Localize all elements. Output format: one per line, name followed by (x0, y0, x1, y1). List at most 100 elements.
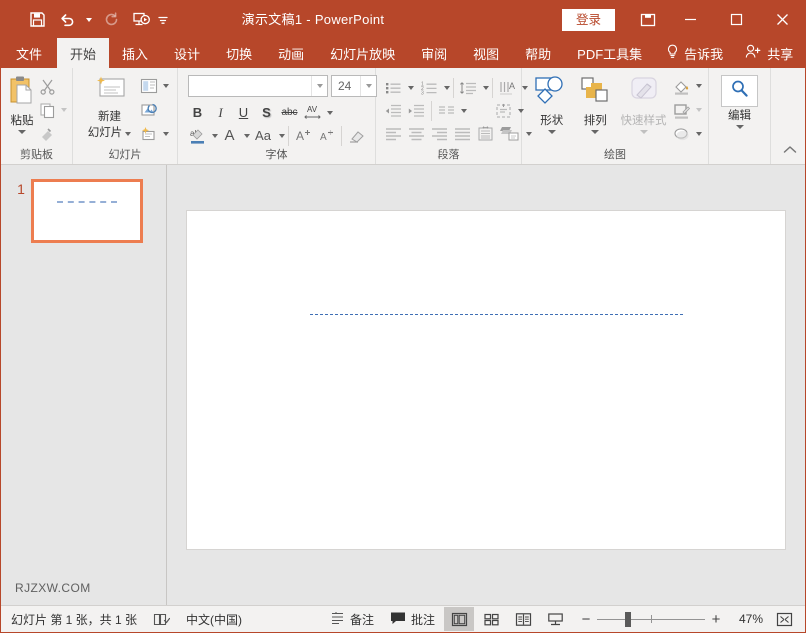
undo-dropdown-caret[interactable] (83, 7, 95, 33)
columns-dropdown-caret[interactable] (461, 108, 467, 113)
tab-transitions[interactable]: 切换 (213, 38, 265, 68)
sign-in-button[interactable]: 登录 (561, 8, 615, 31)
slide-thumbnail-1[interactable] (31, 179, 143, 243)
distribute-icon[interactable] (474, 122, 497, 145)
numbering-icon[interactable]: 123 (418, 76, 441, 99)
tab-review[interactable]: 审阅 (408, 38, 460, 68)
slide-dashed-line[interactable] (309, 314, 684, 316)
italic-button[interactable]: I (209, 101, 232, 124)
shape-effects-dropdown-caret[interactable] (696, 132, 702, 136)
shape-outline-icon[interactable] (670, 99, 693, 121)
shape-fill-icon[interactable] (670, 75, 693, 97)
align-left-icon[interactable] (382, 122, 405, 145)
shape-outline-dropdown-caret[interactable] (696, 108, 702, 112)
format-painter-icon[interactable] (37, 123, 58, 145)
justify-icon[interactable] (451, 122, 474, 145)
notes-button[interactable]: 备注 (322, 606, 382, 632)
increase-font-size-icon[interactable]: A (292, 124, 315, 147)
change-case-button[interactable]: Aa (250, 124, 276, 147)
tab-view[interactable]: 视图 (460, 38, 512, 68)
maximize-icon[interactable] (713, 1, 759, 38)
font-name-dropdown-caret[interactable] (311, 76, 327, 96)
layout-icon[interactable] (138, 75, 160, 97)
tab-file[interactable]: 文件 (1, 38, 57, 68)
font-name-combo[interactable] (188, 75, 328, 97)
reset-icon[interactable] (138, 99, 160, 121)
normal-view-icon[interactable] (444, 607, 474, 631)
quick-styles-button[interactable]: 快速样式 (617, 72, 670, 134)
paste-button[interactable]: 粘贴 (7, 72, 37, 134)
reading-view-icon[interactable] (508, 607, 538, 631)
numbering-dropdown-caret[interactable] (444, 85, 450, 90)
copy-icon[interactable] (37, 99, 58, 121)
shapes-button[interactable]: 形状 (530, 72, 574, 134)
redo-icon[interactable] (97, 7, 125, 33)
quick-styles-dropdown-caret[interactable] (639, 130, 648, 134)
ribbon-display-options-icon[interactable] (629, 1, 667, 38)
share-button[interactable]: 共享 (734, 38, 804, 68)
slide-canvas-pane[interactable] (167, 165, 805, 605)
close-icon[interactable] (759, 1, 805, 38)
layout-dropdown-caret[interactable] (162, 84, 169, 88)
bullets-icon[interactable] (382, 76, 405, 99)
change-case-dropdown-caret[interactable] (279, 133, 285, 138)
text-direction-icon[interactable]: A (496, 76, 519, 99)
character-spacing-dropdown-caret[interactable] (327, 110, 333, 115)
shapes-dropdown-caret[interactable] (547, 130, 556, 134)
spellcheck-icon[interactable] (145, 606, 178, 632)
slide-thumbnail-pane[interactable]: 1 RJZXW.COM (1, 165, 167, 605)
tab-design[interactable]: 设计 (161, 38, 213, 68)
font-size-combo[interactable]: 24 (331, 75, 377, 97)
tab-animations[interactable]: 动画 (265, 38, 317, 68)
align-right-icon[interactable] (428, 122, 451, 145)
tell-me-box[interactable]: 告诉我 (655, 38, 734, 68)
line-spacing-icon[interactable] (457, 76, 480, 99)
underline-button[interactable]: U (232, 101, 255, 124)
arrange-dropdown-caret[interactable] (591, 130, 600, 134)
shape-effects-icon[interactable] (670, 123, 693, 145)
cut-icon[interactable] (37, 75, 58, 97)
slide-sorter-icon[interactable] (476, 607, 506, 631)
new-slide-dropdown-caret[interactable] (125, 132, 132, 136)
zoom-slider-thumb[interactable] (625, 612, 631, 627)
decrease-font-size-icon[interactable]: A (315, 124, 338, 147)
shape-fill-dropdown-caret[interactable] (696, 84, 702, 88)
tab-home[interactable]: 开始 (57, 38, 110, 68)
editing-dropdown-caret[interactable] (735, 125, 744, 129)
line-spacing-dropdown-caret[interactable] (483, 85, 489, 90)
smartart-icon[interactable] (497, 122, 523, 145)
fit-slide-to-window-icon[interactable] (771, 607, 797, 631)
zoom-in-button[interactable]: + (707, 608, 725, 630)
columns-icon[interactable] (435, 99, 458, 122)
tab-slideshow[interactable]: 幻灯片放映 (317, 38, 408, 68)
customize-quick-access-toolbar-icon[interactable] (157, 7, 169, 33)
character-spacing-icon[interactable]: AV (301, 101, 324, 124)
text-shadow-button[interactable]: S (255, 101, 278, 124)
save-icon[interactable] (23, 7, 51, 33)
bullets-dropdown-caret[interactable] (408, 85, 414, 90)
comments-button[interactable]: 批注 (382, 606, 443, 632)
section-icon[interactable] (138, 123, 160, 145)
tab-insert[interactable]: 插入 (109, 38, 161, 68)
clear-formatting-icon[interactable] (345, 124, 368, 147)
align-center-icon[interactable] (405, 122, 428, 145)
language-status[interactable]: 中文(中国) (178, 606, 250, 632)
paste-dropdown-caret[interactable] (18, 130, 26, 134)
slide-canvas[interactable] (186, 210, 786, 550)
tab-pdf-toolkit[interactable]: PDF工具集 (564, 38, 655, 68)
font-color-button[interactable]: A (218, 124, 241, 147)
copy-dropdown-caret[interactable] (61, 108, 67, 112)
slideshow-icon[interactable] (540, 607, 570, 631)
tab-help[interactable]: 帮助 (512, 38, 564, 68)
font-size-dropdown-caret[interactable] (360, 76, 376, 96)
minimize-icon[interactable] (667, 1, 713, 38)
align-text-icon[interactable] (492, 99, 515, 122)
zoom-slider[interactable] (597, 608, 705, 630)
zoom-level-label[interactable]: 47% (731, 612, 771, 626)
collapse-ribbon-icon[interactable] (783, 142, 797, 160)
editing-button[interactable]: 编辑 (717, 72, 763, 129)
text-highlight-icon[interactable]: ab (186, 124, 209, 147)
section-dropdown-caret[interactable] (162, 132, 169, 136)
start-slideshow-icon[interactable] (127, 7, 155, 33)
strikethrough-button[interactable]: abc (278, 101, 301, 124)
